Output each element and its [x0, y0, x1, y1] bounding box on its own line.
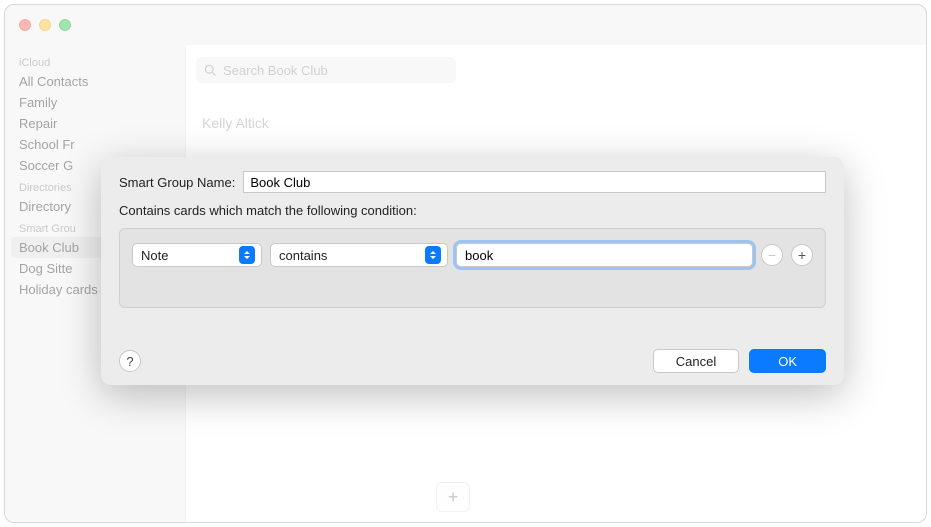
- chevron-updown-icon: [425, 246, 441, 264]
- condition-value-input[interactable]: [456, 243, 753, 267]
- help-button[interactable]: ?: [119, 350, 141, 372]
- condition-operator-select[interactable]: contains: [270, 243, 448, 267]
- add-condition-button[interactable]: +: [791, 244, 813, 266]
- name-label: Smart Group Name:: [119, 175, 235, 190]
- condition-operator-value: contains: [279, 248, 327, 263]
- ok-button[interactable]: OK: [749, 349, 826, 373]
- minus-icon: −: [768, 247, 776, 263]
- smart-group-sheet: Smart Group Name: Contains cards which m…: [101, 157, 844, 385]
- condition-row: Note contains − +: [119, 228, 826, 308]
- condition-prompt: Contains cards which match the following…: [119, 203, 826, 218]
- condition-field-value: Note: [141, 248, 168, 263]
- plus-icon: +: [798, 247, 806, 263]
- window: iCloud All Contacts Family Repair School…: [4, 4, 927, 523]
- cancel-button[interactable]: Cancel: [653, 349, 739, 373]
- remove-condition-button: −: [761, 244, 783, 266]
- condition-field-select[interactable]: Note: [132, 243, 262, 267]
- chevron-updown-icon: [239, 246, 255, 264]
- smart-group-name-input[interactable]: [243, 171, 826, 193]
- help-icon: ?: [126, 354, 133, 369]
